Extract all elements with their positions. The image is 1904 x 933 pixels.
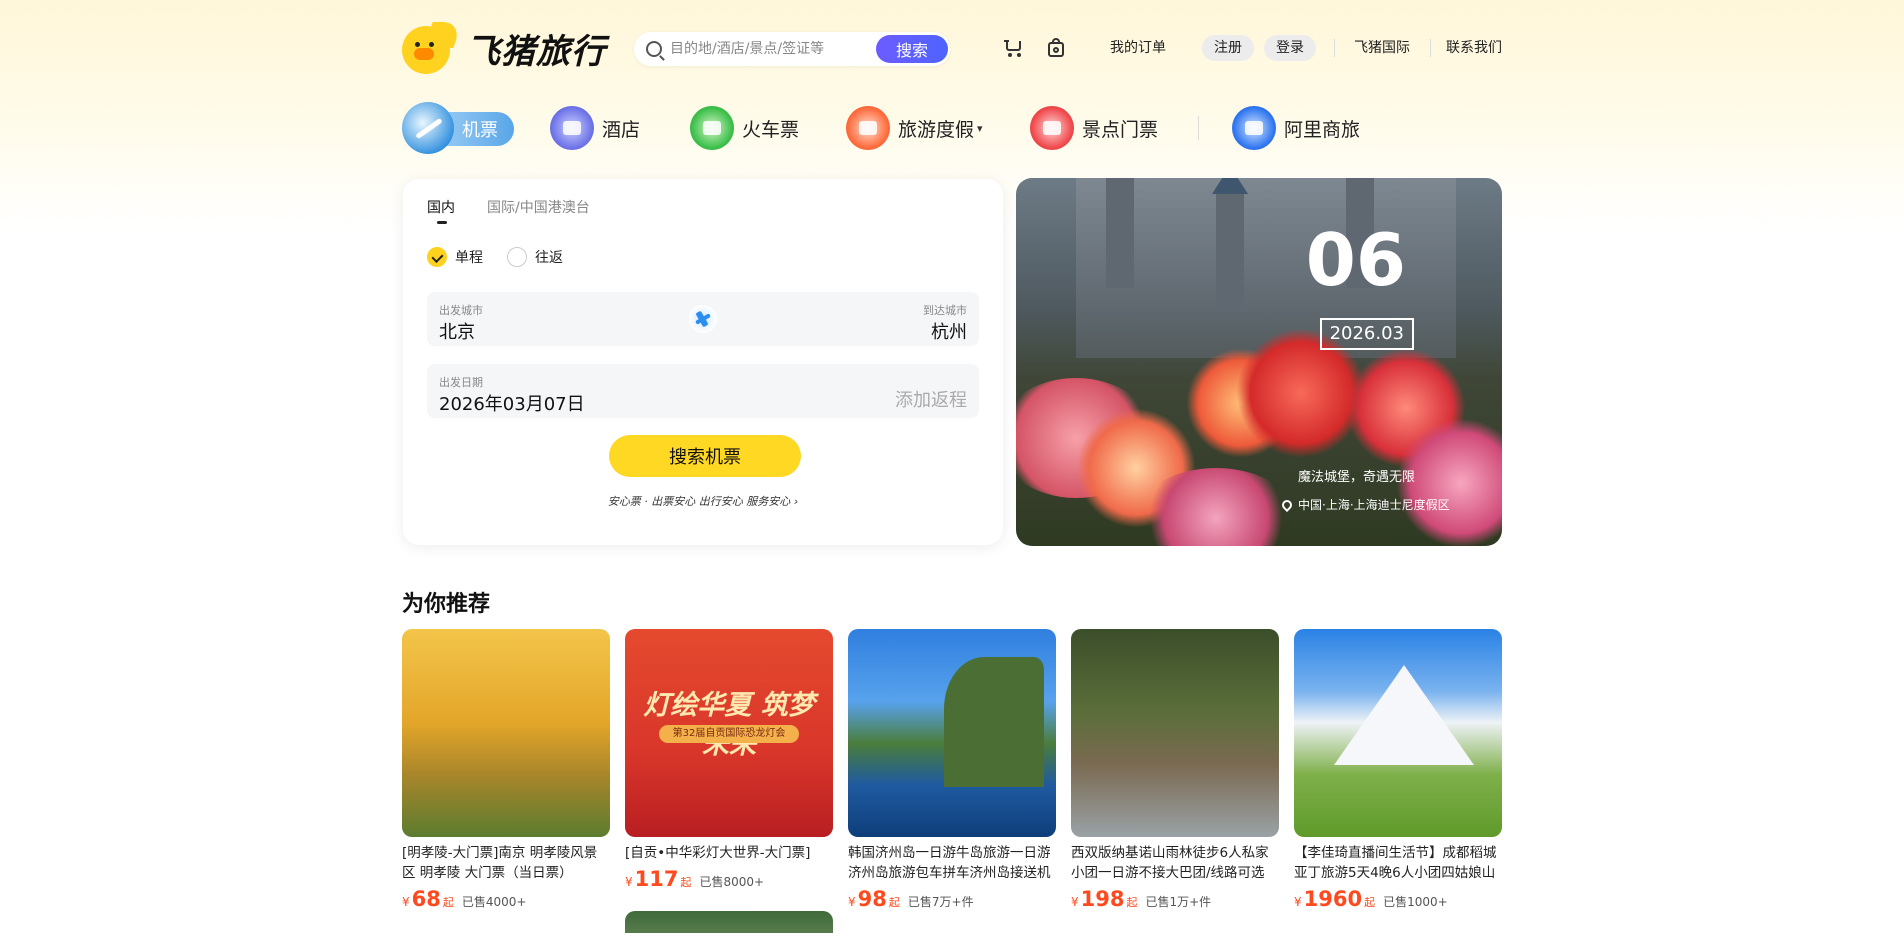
product-image	[848, 629, 1056, 837]
date-field: 出发日期 2026年03月07日 添加返程	[427, 364, 979, 418]
banner-title: 魔法城堡，奇遇无限	[1298, 470, 1416, 485]
to-city-value[interactable]: 杭州	[931, 318, 967, 344]
depart-date-value[interactable]: 2026年03月07日	[439, 390, 585, 416]
product-price: ¥ 98 起 已售7万+件	[848, 887, 974, 911]
header-divider	[1430, 39, 1431, 57]
product-price: ¥ 68 起 已售4000+	[402, 887, 527, 911]
product-image	[1294, 629, 1502, 837]
product-name: 西双版纳基诺山雨林徒步6人私家小团一日游不接大巴团/线路可选	[1071, 845, 1269, 881]
search-flights-button[interactable]: 搜索机票	[609, 435, 801, 477]
product-name: 韩国济州岛一日游牛岛旅游一日游济州岛旅游包车拼车济州岛接送机	[848, 845, 1051, 881]
brand-logo[interactable]: 飞猪旅行	[402, 22, 606, 74]
assurance-text[interactable]: 安心票 · 出票安心 出行安心 服务安心 ›	[403, 493, 1003, 509]
category-nav: 机票 酒店 火车票 旅游度假 ▾ 景点门票 阿里商旅	[402, 100, 1502, 156]
poster-subtitle: 第32届自贡国际恐龙灯会	[659, 725, 799, 743]
product-name: 【李佳琦直播间生活节】成都稻城亚丁旅游5天4晚6人小团四姑娘山	[1294, 845, 1497, 881]
brand-name: 飞猪旅行	[466, 31, 606, 72]
train-icon	[690, 106, 734, 150]
product-card[interactable]: [明孝陵-大门票]南京 明孝陵风景区 明孝陵 大门票（当日票） ¥ 68 起 已…	[402, 629, 610, 911]
register-button[interactable]: 注册	[1202, 35, 1254, 61]
contact-link[interactable]: 联系我们	[1446, 38, 1502, 58]
product-price: ¥ 198 起 已售1万+件	[1071, 887, 1212, 911]
product-card[interactable]: 西双版纳基诺山雨林徒步6人私家小团一日游不接大巴团/线路可选 ¥ 198 起 已…	[1071, 629, 1279, 911]
header-divider	[1334, 39, 1335, 57]
product-card[interactable]: 韩国济州岛一日游牛岛旅游一日游济州岛旅游包车拼车济州岛接送机 ¥ 98 起 已售…	[848, 629, 1056, 911]
from-city-label: 出发城市	[439, 304, 483, 317]
page: 飞猪旅行 搜索 我的订单 注册 登录 飞猪国际 联系我们 机票 酒店	[402, 0, 1502, 933]
ticket-icon	[1030, 106, 1074, 150]
banner-month: 2026.03	[1319, 318, 1414, 350]
search-button[interactable]: 搜索	[876, 35, 948, 63]
banner-location: 中国·上海·上海迪士尼度假区	[1279, 496, 1450, 513]
city-field: 出发城市 北京 到达城市 杭州	[427, 292, 979, 346]
depart-date-label: 出发日期	[439, 376, 483, 389]
product-card[interactable]: 灯绘华夏 筑梦未来 第32届自贡国际恐龙灯会 [自贡•中华彩灯大世界-大门票] …	[625, 629, 833, 933]
nav-item-flights[interactable]: 机票	[402, 100, 516, 156]
product-image: 灯绘华夏 筑梦未来 第32届自贡国际恐龙灯会	[625, 629, 833, 837]
recommend-title: 为你推荐	[402, 592, 491, 617]
vacation-icon	[846, 106, 890, 150]
tab-international[interactable]: 国际/中国港澳台	[487, 197, 590, 217]
tab-domestic[interactable]: 国内	[427, 197, 455, 224]
to-city-label: 到达城市	[923, 304, 967, 317]
product-price: ¥ 117 起 已售8000+	[625, 867, 765, 891]
product-name: [自贡•中华彩灯大世界-大门票]	[625, 845, 811, 861]
nav-item-hotel[interactable]: 酒店	[550, 104, 640, 152]
product-image	[402, 629, 610, 837]
chevron-down-icon: ▾	[977, 121, 983, 135]
intl-link[interactable]: 飞猪国际	[1354, 38, 1410, 58]
nav-divider	[1198, 116, 1199, 140]
round-trip-radio[interactable]: 往返	[507, 247, 563, 267]
my-orders-link[interactable]: 我的订单	[1110, 38, 1166, 58]
search-box: 搜索	[634, 32, 950, 66]
plane-icon	[402, 102, 454, 154]
from-city-value[interactable]: 北京	[439, 318, 475, 344]
location-pin-icon	[1279, 497, 1295, 512]
product-price: ¥ 1960 起 已售1000+	[1294, 887, 1448, 911]
nav-item-train[interactable]: 火车票	[690, 104, 799, 152]
nav-item-tickets[interactable]: 景点门票	[1030, 104, 1158, 152]
promo-banner[interactable]: 06 2026.03 魔法城堡，奇遇无限 中国·上海·上海迪士尼度假区	[1016, 178, 1502, 546]
nav-item-vacation[interactable]: 旅游度假 ▾	[846, 104, 983, 152]
flight-booking-card: 国内 国际/中国港澳台 单程 往返 出发城市 北京 到达城市 杭州 出发日期 2	[403, 179, 1003, 545]
hotel-icon	[550, 106, 594, 150]
trip-type: 单程 往返	[427, 247, 587, 267]
poster-title: 灯绘华夏 筑梦未来	[643, 690, 815, 760]
cart-icon[interactable]	[1004, 38, 1024, 58]
check-icon	[427, 247, 447, 267]
header: 飞猪旅行 搜索 我的订单 注册 登录 飞猪国际 联系我们	[402, 22, 1502, 74]
product-image[interactable]	[625, 911, 833, 933]
ali-business-icon	[1232, 106, 1276, 150]
add-return-button[interactable]: 添加返程	[895, 386, 967, 412]
product-card[interactable]: 【李佳琦直播间生活节】成都稻城亚丁旅游5天4晚6人小团四姑娘山 ¥ 1960 起…	[1294, 629, 1502, 911]
nav-item-ali-business[interactable]: 阿里商旅	[1232, 104, 1360, 152]
one-way-radio[interactable]: 单程	[427, 247, 483, 267]
product-image	[1071, 629, 1279, 837]
banner-day: 06	[1305, 218, 1406, 302]
product-name: [明孝陵-大门票]南京 明孝陵风景区 明孝陵 大门票（当日票）	[402, 845, 598, 881]
login-button[interactable]: 登录	[1264, 35, 1316, 61]
search-icon	[646, 41, 662, 57]
pig-logo-icon	[402, 22, 463, 74]
bag-icon[interactable]	[1046, 38, 1066, 58]
search-input[interactable]	[670, 32, 860, 66]
swap-plane-icon[interactable]	[689, 305, 717, 333]
